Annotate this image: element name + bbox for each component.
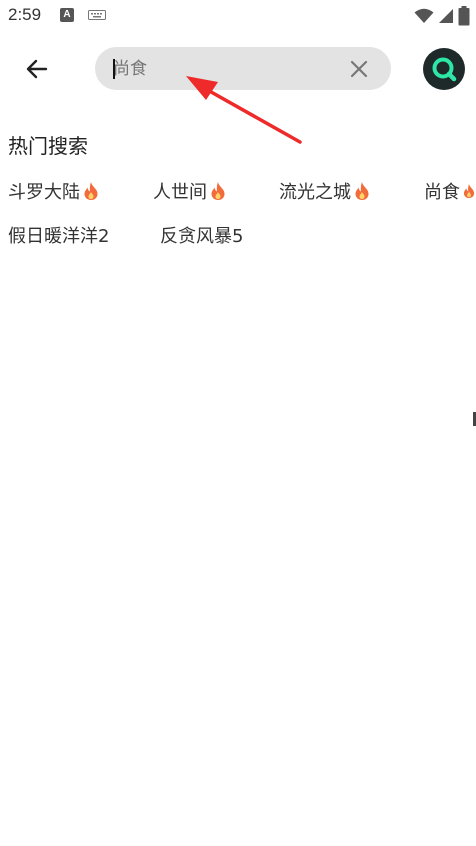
- status-bar: 2:59 A: [0, 0, 476, 32]
- hot-search-tag[interactable]: 反贪风暴5: [160, 222, 243, 248]
- text-cursor: [113, 59, 115, 79]
- search-button[interactable]: [423, 48, 465, 90]
- a-notification-icon: A: [60, 8, 74, 22]
- search-input[interactable]: [113, 55, 333, 82]
- back-button[interactable]: [18, 50, 56, 88]
- search-box[interactable]: [95, 47, 391, 90]
- keyboard-icon: [88, 10, 106, 20]
- hot-search-tag[interactable]: 斗罗大陆: [8, 178, 100, 204]
- status-icons: [414, 6, 470, 26]
- fire-icon: [211, 182, 225, 200]
- tag-label: 反贪风暴5: [160, 226, 244, 247]
- hot-search-tag[interactable]: 流光之城: [279, 178, 371, 204]
- search-icon: [432, 57, 457, 82]
- fire-icon: [355, 182, 369, 200]
- hot-search-tag[interactable]: 假日暖洋洋2: [8, 222, 109, 248]
- arrow-left-icon: [26, 59, 48, 79]
- tag-label: 人世间: [153, 182, 207, 203]
- tag-label: 流光之城: [279, 182, 351, 203]
- hot-search-title: 热门搜索: [8, 134, 88, 158]
- hot-search-tag[interactable]: 尚食: [424, 178, 476, 204]
- fire-icon: [84, 182, 98, 200]
- status-time: 2:59: [8, 5, 42, 24]
- tag-label: 斗罗大陆: [8, 182, 80, 203]
- signal-icon: [439, 9, 453, 23]
- tag-label: 假日暖洋洋2: [8, 226, 110, 247]
- fire-icon: [463, 184, 475, 198]
- tag-label: 尚食: [424, 182, 460, 203]
- wifi-icon: [414, 8, 434, 23]
- battery-icon: [458, 6, 470, 26]
- close-icon[interactable]: [349, 59, 369, 79]
- hot-search-tag[interactable]: 人世间: [153, 178, 227, 204]
